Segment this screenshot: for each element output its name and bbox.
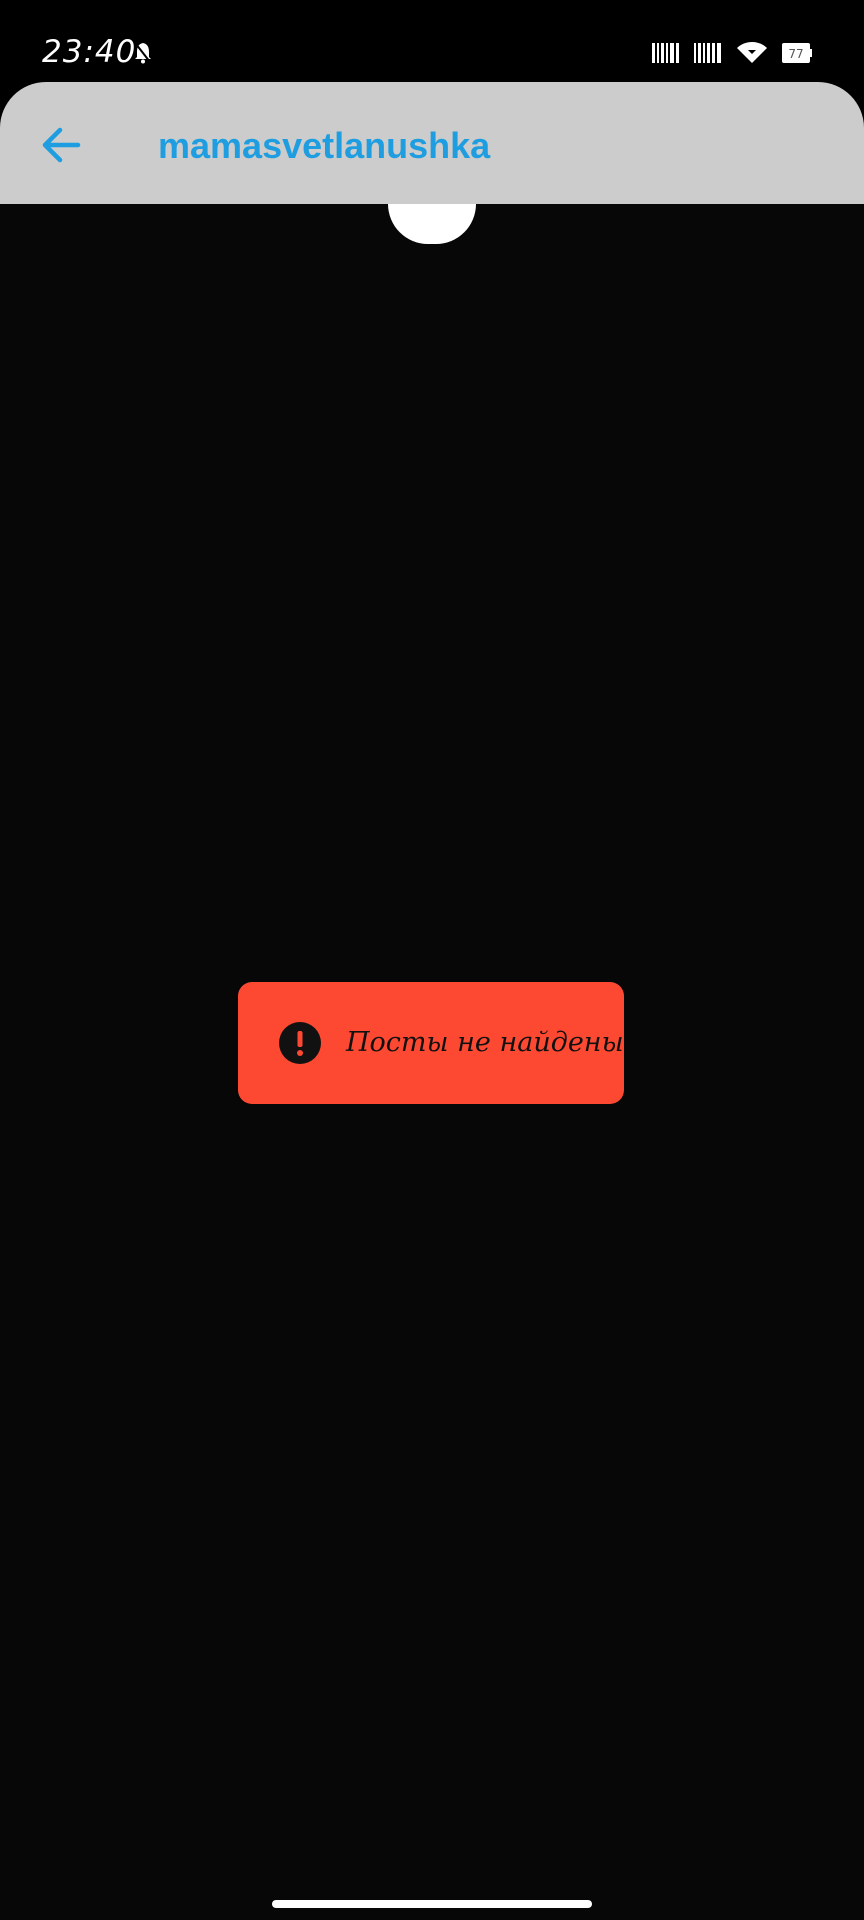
back-button[interactable]	[28, 112, 94, 178]
status-time: 23:40	[42, 34, 137, 70]
app-bar: mamasvetlanushka	[0, 82, 864, 204]
page-title: mamasvetlanushka	[158, 125, 491, 166]
signal-icon	[652, 43, 679, 63]
signal-icon	[694, 43, 721, 63]
toast-message: Посты не найдены	[346, 1027, 624, 1058]
battery-icon: 77	[782, 43, 812, 63]
battery-level: 77	[788, 47, 803, 61]
arrow-left-icon	[42, 127, 81, 163]
status-icons: 77	[652, 38, 812, 68]
bell-icon	[135, 43, 151, 64]
status-bar: 23:40 77	[0, 0, 864, 80]
refresh-indicator	[388, 204, 476, 244]
posts-content-area[interactable]: Посты не найдены	[0, 204, 864, 1920]
error-toast: Посты не найдены	[238, 982, 624, 1104]
home-indicator[interactable]	[272, 1900, 592, 1908]
wifi-icon	[737, 42, 767, 63]
error-exclamation-icon	[279, 1022, 321, 1064]
